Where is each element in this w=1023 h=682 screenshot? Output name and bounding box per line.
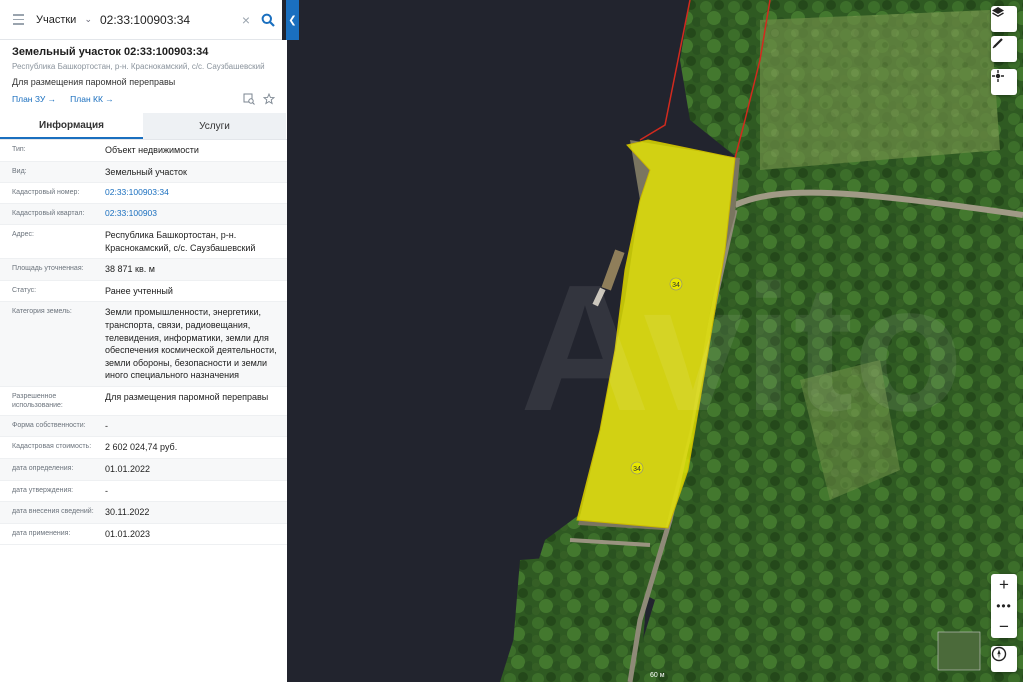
info-value: Земли промышленности, энергетики, трансп… [105, 307, 277, 381]
info-key: Форма собственности: [12, 421, 86, 429]
star-icon[interactable] [263, 93, 275, 105]
locate-button[interactable] [991, 69, 1017, 95]
tab-services[interactable]: Услуги [143, 113, 286, 139]
info-value: 2 602 024,74 руб. [105, 442, 178, 453]
more-button[interactable]: ••• [991, 596, 1017, 616]
info-value: Объект недвижимости [105, 145, 199, 155]
info-key: дата определения: [12, 464, 74, 472]
info-key: Тип: [12, 146, 26, 153]
info-value: 01.01.2023 [105, 528, 151, 539]
info-key: дата внесения сведений: [12, 508, 94, 516]
info-value: Земельный участок [105, 166, 187, 177]
info-key: дата применения: [12, 529, 71, 537]
info-value[interactable]: 02:33:100903:34 [105, 183, 287, 204]
chevron-down-icon: ⌄ [84, 14, 92, 24]
info-key: Кадастровый квартал: [12, 210, 85, 218]
info-key: Разрешенное использование: [12, 392, 63, 410]
info-key: Статус: [12, 286, 37, 294]
ruler-icon [992, 38, 1003, 49]
info-row: Статус: Ранее учтенный [0, 280, 287, 302]
zoom-controls: + ••• − [991, 574, 1017, 638]
info-row: Площадь уточненная: 38 871 кв. м [0, 258, 287, 281]
parcel-label-lower: 34 [630, 461, 644, 475]
info-value: Республика Башкортостан, р-н. Краснокамс… [105, 229, 256, 253]
info-key: Площадь уточненная: [12, 265, 84, 273]
scale-label: 60 м [650, 672, 665, 679]
info-value: Ранее учтенный [105, 285, 173, 296]
tab-information[interactable]: Информация [0, 113, 143, 139]
plan-kk-link[interactable]: План КК → [70, 94, 114, 104]
plan-zu-link[interactable]: План ЗУ → [12, 94, 56, 104]
info-row: Кадастровый квартал: 02:33:100903 [0, 203, 287, 225]
info-row: Адрес: Республика Башкортостан, р-н. Крас… [0, 224, 287, 259]
menu-icon[interactable] [0, 0, 36, 40]
search-button[interactable] [254, 0, 282, 40]
collapse-panel-button[interactable]: ❮ [286, 0, 299, 40]
info-row: дата применения: 01.01.2023 [0, 523, 287, 545]
search-input[interactable] [100, 12, 238, 27]
info-row: Категория земель: Земли промышленности, э… [0, 301, 287, 387]
object-purpose: Для размещения паромной переправы [12, 77, 176, 87]
chevron-left-icon: ❮ [288, 14, 297, 26]
search-bar: Участки ⌄ × [0, 0, 282, 40]
compass-icon [991, 646, 1007, 662]
info-row: Кадастровая стоимость: 2 602 024,74 руб. [0, 437, 287, 459]
info-key: Кадастровая стоимость: [12, 443, 92, 451]
info-table: Тип: Объект недвижимости Вид: Земельный уча… [0, 140, 287, 545]
zoom-out-button[interactable]: − [991, 616, 1017, 638]
object-type-label: Участки [36, 13, 77, 26]
object-type-select[interactable]: Участки ⌄ [36, 14, 100, 26]
info-panel: Земельный участок 02:33:100903:34 Респуб… [0, 40, 287, 682]
info-value[interactable]: 02:33:100903 [105, 204, 287, 225]
info-value: 38 871 кв. м [105, 264, 155, 275]
info-value: 30.11.2022 [105, 507, 150, 518]
info-row: Кадастровый номер: 02:33:100903:34 [0, 183, 287, 204]
info-value: 01.01.2022 [105, 463, 151, 474]
svg-text:34: 34 [633, 466, 641, 473]
object-address: Республика Башкортостан, р-н. Краснокамс… [12, 62, 265, 71]
measure-button[interactable] [991, 36, 1017, 62]
info-row: дата утверждения: - [0, 480, 287, 502]
locate-object-icon[interactable] [243, 93, 255, 105]
info-key: дата утверждения: [12, 486, 74, 494]
clear-icon[interactable]: × [238, 12, 254, 28]
info-key: Категория земель: [12, 308, 72, 316]
info-value: - [105, 485, 108, 496]
info-row: Разрешенное использование: Для размещения… [0, 386, 287, 416]
info-row: дата определения: 01.01.2022 [0, 458, 287, 481]
info-row: Вид: Земельный участок [0, 161, 287, 183]
info-row: дата внесения сведений: 30.11.2022 [0, 501, 287, 524]
info-key: Вид: [12, 167, 27, 175]
info-row: Форма собственности: - [0, 415, 287, 437]
search-icon [261, 13, 275, 27]
info-key: Кадастровый номер: [12, 189, 80, 197]
info-key: Адрес: [12, 230, 34, 238]
layers-icon [992, 7, 1004, 18]
crosshair-icon [992, 70, 1004, 82]
info-value: - [105, 420, 108, 431]
info-row: Тип: Объект недвижимости [0, 140, 287, 162]
zoom-in-button[interactable]: + [991, 574, 1017, 596]
info-value: Для размещения паромной переправы [105, 391, 269, 402]
compass-button[interactable] [991, 646, 1017, 672]
minimap[interactable] [937, 631, 981, 671]
watermark: Avito [520, 248, 963, 449]
object-title: Земельный участок 02:33:100903:34 [12, 46, 209, 58]
layers-button[interactable] [991, 6, 1017, 32]
